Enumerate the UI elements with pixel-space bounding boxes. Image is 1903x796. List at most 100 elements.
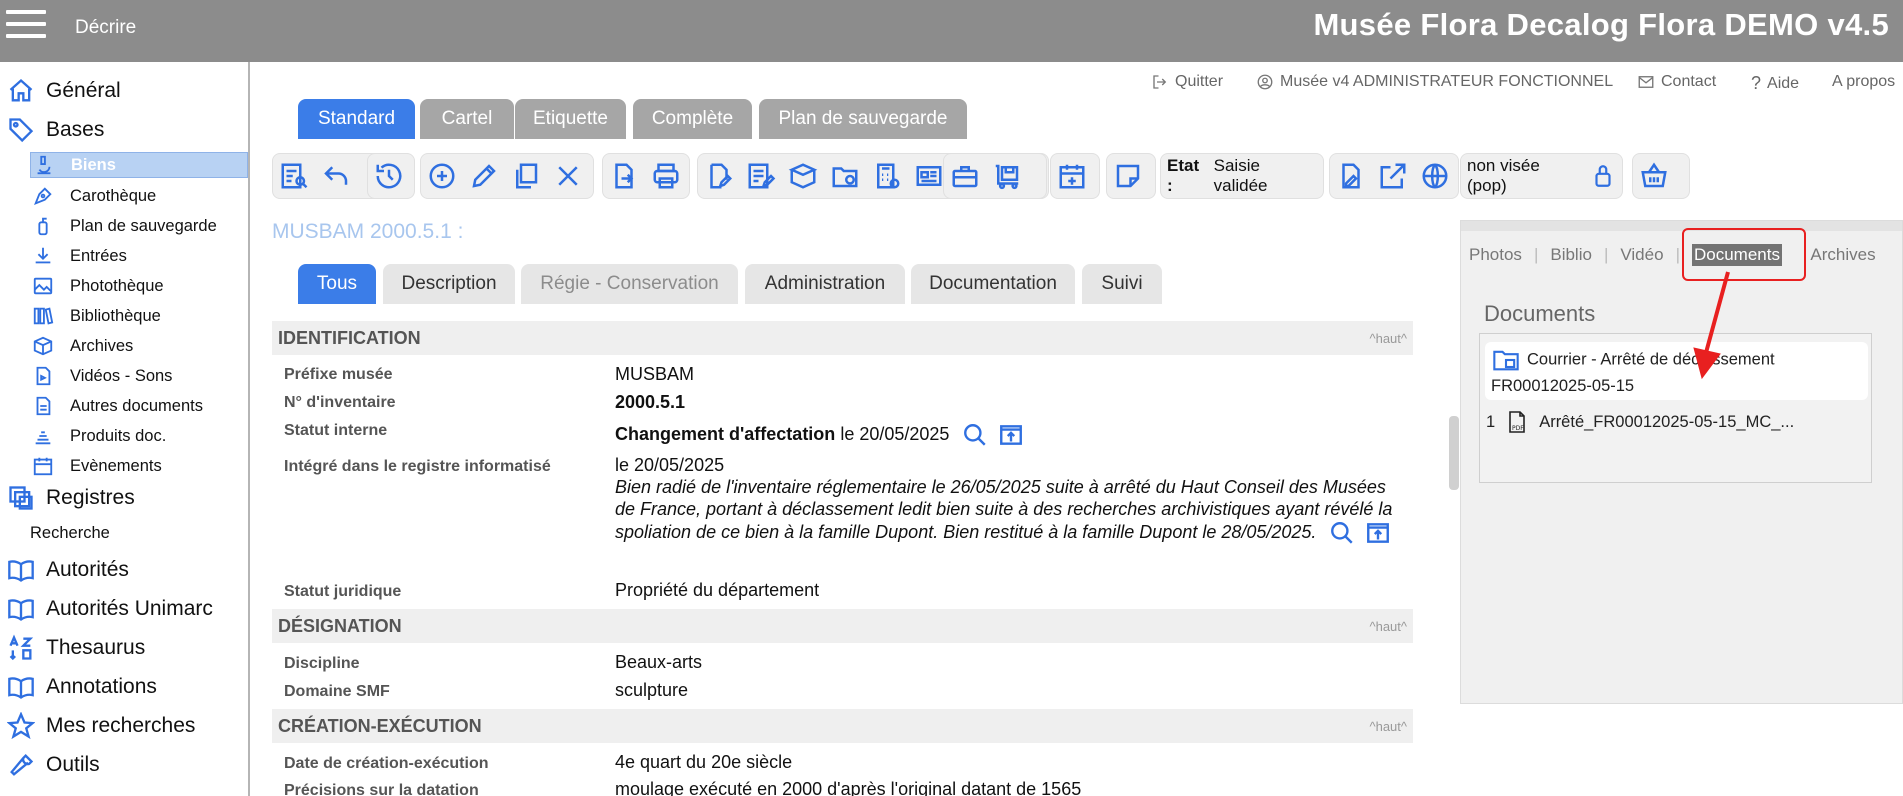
top-bar: Décrire Musée Flora Decalog Flora DEMO v… bbox=[0, 0, 1903, 62]
tab-etiquette[interactable]: Etiquette bbox=[515, 99, 626, 139]
nav-registres[interactable]: Registres bbox=[6, 483, 135, 513]
toolbar-group-7 bbox=[1050, 153, 1100, 199]
prefixe-label: Préfixe musée bbox=[284, 366, 393, 383]
precisions-value: moulage exécuté en 2000 d'après l'origin… bbox=[615, 779, 1082, 796]
nav-general[interactable]: Général bbox=[6, 76, 121, 106]
search-icon[interactable] bbox=[962, 422, 988, 448]
panel-resize-handle[interactable] bbox=[1449, 416, 1459, 490]
section-identification: IDENTIFICATION ^haut^ bbox=[272, 321, 1413, 355]
cart-box-icon[interactable] bbox=[986, 155, 1028, 197]
subtab-regie-conservation[interactable]: Régie - Conservation bbox=[521, 264, 738, 304]
menu-icon[interactable] bbox=[6, 10, 46, 40]
toolbar-group-3 bbox=[420, 153, 594, 199]
subtab-suivi[interactable]: Suivi bbox=[1082, 264, 1162, 304]
subtab-administration[interactable]: Administration bbox=[745, 264, 905, 304]
nav-outils[interactable]: Outils bbox=[6, 750, 100, 780]
list-search-icon[interactable] bbox=[273, 155, 315, 197]
aide-link[interactable]: ? Aide bbox=[1751, 73, 1799, 94]
document-file-item[interactable]: 1 PDF Arrêté_FR00012025-05-15_MC_... bbox=[1486, 408, 1794, 436]
document-folder-item[interactable]: Courrier - Arrêté de déclassement FR00012… bbox=[1485, 342, 1868, 400]
nav-phototheque[interactable]: Photothèque bbox=[30, 273, 164, 299]
haut-link[interactable]: ^haut^ bbox=[1369, 331, 1407, 346]
statut-interne-label: Statut interne bbox=[284, 422, 388, 439]
media-tab-biblio[interactable]: Biblio bbox=[1550, 245, 1592, 265]
haut-link[interactable]: ^haut^ bbox=[1369, 719, 1407, 734]
haut-link[interactable]: ^haut^ bbox=[1369, 619, 1407, 634]
tab-standard[interactable]: Standard bbox=[298, 99, 415, 139]
search-icon[interactable] bbox=[1329, 520, 1355, 546]
list-edit-icon[interactable] bbox=[740, 155, 782, 197]
pencil-icon[interactable] bbox=[463, 155, 505, 197]
nav-recherche[interactable]: Recherche bbox=[30, 524, 110, 543]
contact-link[interactable]: Contact bbox=[1637, 73, 1716, 91]
sort-alpha-icon bbox=[6, 633, 36, 663]
nav-biens[interactable]: Biens bbox=[30, 152, 248, 178]
undo-icon[interactable] bbox=[315, 155, 357, 197]
basket-icon[interactable] bbox=[1633, 155, 1675, 197]
folder-image-icon bbox=[1491, 346, 1521, 374]
globe-icon[interactable] bbox=[1414, 155, 1456, 197]
folder-image-icon[interactable] bbox=[824, 155, 866, 197]
tab-cartel[interactable]: Cartel bbox=[420, 99, 514, 139]
toolbar-group-4 bbox=[602, 153, 690, 199]
nav-thesaurus[interactable]: Thesaurus bbox=[6, 633, 145, 663]
documents-title: Documents bbox=[1484, 301, 1596, 326]
subtab-documentation[interactable]: Documentation bbox=[911, 264, 1075, 304]
tab-plan-sauvegarde[interactable]: Plan de sauvegarde bbox=[759, 99, 967, 139]
nav-mes-recherches[interactable]: Mes recherches bbox=[6, 711, 195, 741]
microscope-icon bbox=[31, 152, 57, 178]
user-link[interactable]: Musée v4 ADMINISTRATEUR FONCTIONNEL bbox=[1256, 73, 1613, 91]
nav-entrees[interactable]: Entrées bbox=[30, 243, 127, 269]
nav-carotheque[interactable]: Carothèque bbox=[30, 183, 156, 209]
subtab-tous[interactable]: Tous bbox=[298, 264, 376, 304]
lock-icon[interactable] bbox=[1590, 161, 1616, 191]
media-tab-photos[interactable]: Photos bbox=[1469, 245, 1522, 265]
note-icon[interactable] bbox=[1107, 155, 1149, 197]
nav-autorites-unimarc[interactable]: Autorités Unimarc bbox=[6, 594, 213, 624]
file-sign-icon[interactable] bbox=[1330, 155, 1372, 197]
copy-icon[interactable] bbox=[505, 155, 547, 197]
quitter-link[interactable]: Quitter bbox=[1151, 73, 1223, 91]
file-export-icon[interactable] bbox=[603, 155, 645, 197]
delete-icon[interactable] bbox=[547, 155, 589, 197]
toolbar-group-10 bbox=[1632, 153, 1690, 199]
book-open-icon bbox=[6, 594, 36, 624]
add-circle-icon[interactable] bbox=[421, 155, 463, 197]
date-creation-label: Date de création-exécution bbox=[284, 755, 489, 772]
history-icon[interactable] bbox=[368, 155, 410, 197]
print-icon[interactable] bbox=[645, 155, 687, 197]
nav-produits-doc[interactable]: Produits doc. bbox=[30, 423, 166, 449]
nav-annotations[interactable]: Annotations bbox=[6, 672, 157, 702]
nav-bibliotheque[interactable]: Bibliothèque bbox=[30, 303, 161, 329]
media-tab-video[interactable]: Vidéo bbox=[1620, 245, 1663, 265]
etat-status: Etat : Saisie validée bbox=[1160, 153, 1324, 199]
tab-complete[interactable]: Complète bbox=[633, 99, 752, 139]
apropos-link[interactable]: A propos bbox=[1832, 73, 1895, 91]
calendar-add-icon[interactable] bbox=[1051, 155, 1093, 197]
calculator-icon[interactable] bbox=[866, 155, 908, 197]
nav-autorites[interactable]: Autorités bbox=[6, 555, 129, 585]
image-icon bbox=[30, 273, 56, 299]
nav-videos-sons[interactable]: Vidéos - Sons bbox=[30, 363, 172, 389]
section-designation: DÉSIGNATION ^haut^ bbox=[272, 609, 1413, 643]
nav-archives[interactable]: Archives bbox=[30, 333, 133, 359]
question-icon: ? bbox=[1751, 73, 1762, 93]
media-tab-archives[interactable]: Archives bbox=[1810, 245, 1875, 265]
toolbox-icon[interactable] bbox=[944, 155, 986, 197]
toolbar-group-6 bbox=[943, 153, 1047, 199]
subtab-description[interactable]: Description bbox=[383, 264, 515, 304]
pdf-icon: PDF bbox=[1505, 408, 1529, 436]
open-record-icon[interactable] bbox=[997, 422, 1025, 448]
nav-autres-documents[interactable]: Autres documents bbox=[30, 393, 203, 419]
nav-bases[interactable]: Bases bbox=[6, 115, 104, 145]
nav-plan-sauvegarde[interactable]: Plan de sauvegarde bbox=[30, 213, 217, 239]
integre-label: Intégré dans le registre informatisé bbox=[284, 458, 551, 475]
external-link-icon[interactable] bbox=[1372, 155, 1414, 197]
boxes-icon[interactable] bbox=[782, 155, 824, 197]
nav-evenements[interactable]: Evènements bbox=[30, 453, 162, 479]
star-icon bbox=[6, 711, 36, 741]
open-record-icon[interactable] bbox=[1364, 520, 1392, 546]
books-icon bbox=[30, 303, 56, 329]
discipline-label: Discipline bbox=[284, 655, 360, 672]
file-edit-icon[interactable] bbox=[698, 155, 740, 197]
